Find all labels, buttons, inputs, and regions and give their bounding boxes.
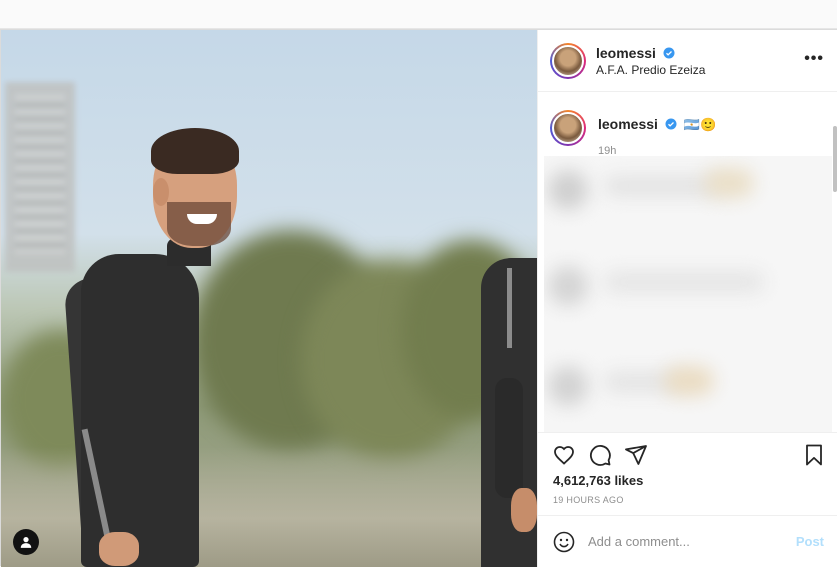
emoji-icon[interactable] (552, 530, 576, 554)
heart-icon[interactable] (552, 443, 576, 467)
caption-text: 🇦🇷🙂 (683, 117, 717, 132)
add-comment-bar: Post (538, 515, 837, 567)
post-comment-button[interactable]: Post (796, 534, 824, 549)
verified-icon (665, 118, 677, 130)
header-username[interactable]: leomessi (596, 45, 656, 61)
comments-scrollbar[interactable] (833, 126, 837, 192)
browser-top-strip (0, 0, 837, 29)
likes-count[interactable]: 4,612,763 likes (553, 473, 643, 488)
caption-avatar[interactable] (550, 110, 586, 146)
post-header: leomessi A.F.A. Predio Ezeiza ••• (538, 30, 837, 92)
post-location[interactable]: A.F.A. Predio Ezeiza (596, 63, 705, 77)
second-player-figure (481, 258, 537, 567)
comments-section: leomessi 🇦🇷🙂 19h (538, 92, 837, 432)
bookmark-icon[interactable] (802, 443, 826, 467)
post-dialog: leomessi A.F.A. Predio Ezeiza ••• leomes… (0, 29, 837, 567)
more-icon[interactable]: ••• (804, 51, 824, 67)
caption: leomessi 🇦🇷🙂 (598, 116, 716, 134)
comment-icon[interactable] (588, 443, 612, 467)
verified-icon (663, 47, 675, 59)
player-figure (55, 128, 245, 567)
user-tag-icon[interactable] (13, 529, 39, 555)
avatar[interactable] (550, 43, 586, 79)
comment-input[interactable] (588, 530, 788, 552)
post-side-pane: leomessi A.F.A. Predio Ezeiza ••• leomes… (537, 30, 837, 567)
post-time-ago[interactable]: 19 HOURS AGO (553, 495, 624, 505)
post-photo[interactable] (1, 30, 537, 567)
blurred-comments (544, 156, 832, 432)
share-icon[interactable] (624, 443, 648, 467)
caption-username[interactable]: leomessi (598, 116, 658, 132)
